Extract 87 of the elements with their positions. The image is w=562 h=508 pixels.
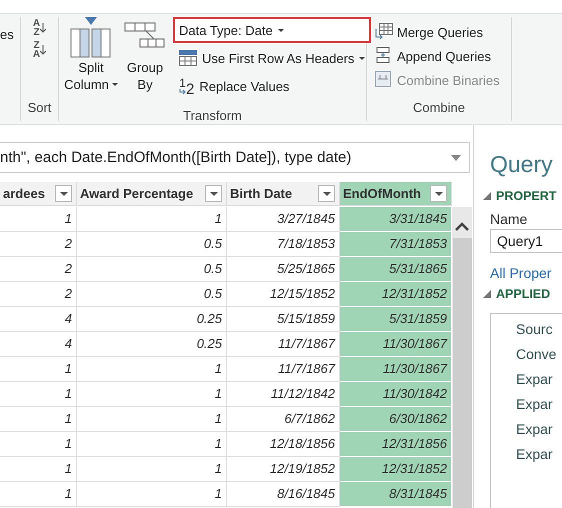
caret-icon [278, 28, 284, 32]
ribbon-label: es [0, 27, 14, 44]
sort-button[interactable]: Z A [32, 41, 46, 59]
append-queries-button[interactable]: Append Queries [375, 45, 511, 67]
table-cell: 6/30/1862 [340, 407, 452, 432]
combine-icon [375, 71, 393, 89]
caret-icon [359, 56, 366, 60]
step-item[interactable]: Sourc [516, 317, 562, 342]
table-cell: 1 [77, 482, 227, 507]
split-column-button[interactable]: Split Column [65, 17, 117, 107]
filter-button[interactable] [318, 185, 335, 202]
formula-text: nth", each Date.EndOfMonth([Birth Date]), type date) [0, 149, 352, 166]
table-cell: 12/31/1852 [340, 457, 452, 482]
table-cell: 1 [0, 407, 77, 432]
filter-button[interactable] [55, 185, 72, 202]
table-cell: 0.25 [77, 307, 227, 332]
table-cell: 0.5 [77, 282, 227, 307]
step-item[interactable]: Expar [516, 417, 562, 442]
step-item[interactable]: Expar [516, 442, 562, 467]
table-cell: 4 [0, 307, 77, 332]
table-cell: 1 [0, 457, 77, 482]
table-cell: 3/31/1845 [340, 207, 452, 232]
table-cell: 0.25 [77, 332, 227, 357]
table-cell: 2 [0, 257, 77, 282]
table-cell: 11/30/1842 [340, 382, 452, 407]
caret-icon [322, 192, 330, 196]
step-item[interactable]: Expar [516, 392, 562, 417]
sort-button[interactable]: A Z [32, 19, 46, 37]
pane-title: Query [490, 150, 554, 179]
column-header[interactable]: ardees [0, 182, 77, 206]
name-field[interactable]: Query1 [490, 229, 562, 253]
merge-table-icon [375, 23, 393, 41]
table-cell: 7/31/1853 [340, 232, 452, 257]
table-icon [179, 50, 197, 66]
caret-icon [112, 83, 118, 86]
table-cell: 2 [0, 232, 77, 257]
filter-button[interactable] [430, 185, 447, 202]
chevron-icon [451, 154, 461, 160]
field-label: Name [490, 211, 528, 227]
table-cell: 0.5 [77, 257, 227, 282]
table-cell: 1 [0, 357, 77, 382]
merge-queries-button[interactable]: Merge Queries [375, 21, 511, 43]
column-header[interactable]: Birth Date [227, 182, 340, 206]
table-cell: 1 [77, 407, 227, 432]
step-item[interactable]: Expar [516, 367, 562, 392]
table-cell: 1 [77, 432, 227, 457]
table-cell: 12/31/1852 [340, 282, 452, 307]
split-columns-icon [70, 17, 112, 59]
table-cell: 1 [0, 207, 77, 232]
table-cell: 5/31/1859 [340, 307, 452, 332]
use-first-row-button[interactable]: Use First Row As Headers [173, 45, 372, 71]
down-arrow-icon [40, 45, 46, 55]
down-arrow-icon [40, 23, 46, 33]
group-label: Sort [26, 99, 52, 117]
caret-icon [210, 192, 218, 196]
chevron-up-icon [455, 222, 469, 232]
table-cell: 1 [77, 357, 227, 382]
table-cell: 1 [0, 432, 77, 457]
table-cell: 1 [77, 457, 227, 482]
filter-button[interactable] [205, 185, 222, 202]
section-heading[interactable]: PROPERT [496, 189, 556, 203]
table-cell: 4 [0, 332, 77, 357]
group-label: Transform [182, 107, 243, 125]
all-properties-link[interactable]: All Proper [490, 265, 562, 281]
group-by-button[interactable]: Group By [121, 17, 169, 107]
table-cell: 12/31/1856 [340, 432, 452, 457]
data-type-dropdown[interactable]: Data Type: Date [173, 17, 372, 43]
caret-icon [60, 192, 68, 196]
table-cell: 5/31/1865 [340, 257, 452, 282]
scroll-up-button[interactable] [455, 222, 469, 232]
section-heading[interactable]: APPLIED [496, 287, 550, 301]
table-cell: 11/30/1867 [340, 357, 452, 382]
caret-icon [434, 192, 442, 196]
table-cell: 8/31/1845 [340, 482, 452, 507]
column-header[interactable]: EndOfMonth [340, 182, 452, 206]
table-cell: 1 [0, 382, 77, 407]
table-cell: 0.5 [77, 232, 227, 257]
table-cell: 1 [0, 482, 77, 507]
group-label: Combine [412, 99, 466, 117]
step-item[interactable]: Conve [516, 342, 562, 367]
arrow-icon [179, 88, 186, 94]
table-cell: 11/30/1867 [340, 332, 452, 357]
table-cell: 1 [77, 207, 227, 232]
table-cell: 2 [0, 282, 77, 307]
expand-button[interactable] [451, 154, 461, 160]
table-cell: 1 [77, 382, 227, 407]
column-header[interactable]: Award Percentage [77, 182, 227, 206]
